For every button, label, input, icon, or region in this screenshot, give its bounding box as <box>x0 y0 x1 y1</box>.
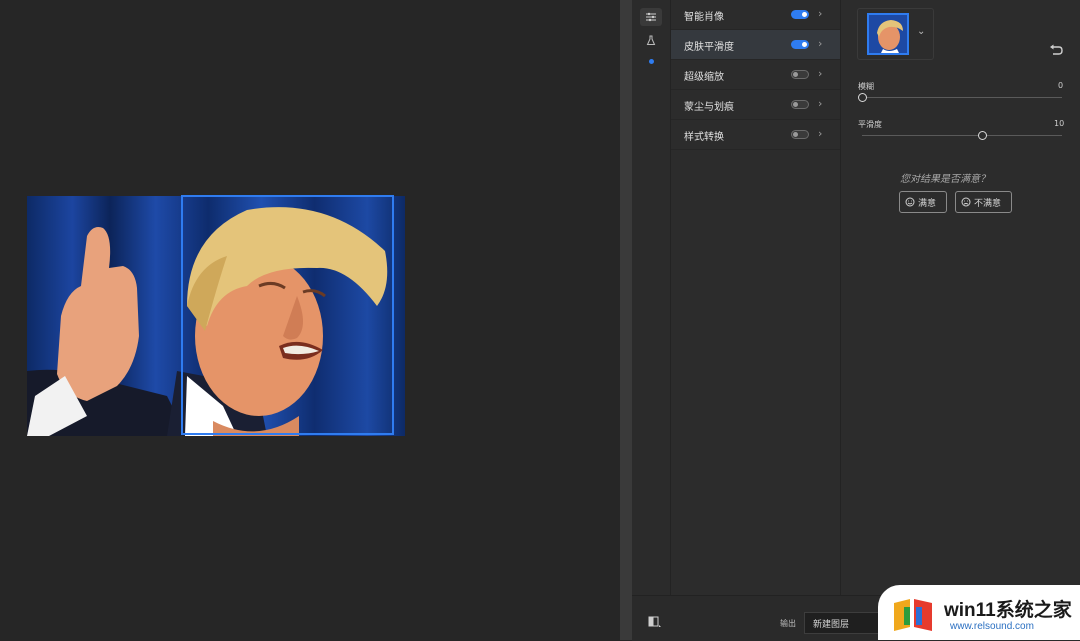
face-detection-box[interactable] <box>181 195 394 435</box>
watermark-url: www.relsound.com <box>950 621 1034 632</box>
slider-label-smoothness: 平滑度 <box>858 120 882 129</box>
blur-slider-handle[interactable] <box>857 93 867 102</box>
chevron-right-icon[interactable]: › <box>818 97 822 110</box>
sliders-icon[interactable] <box>640 8 662 26</box>
chevron-right-icon[interactable]: › <box>818 37 822 50</box>
panel-divider[interactable] <box>620 0 632 640</box>
filter-label: 智能肖像 <box>684 12 724 23</box>
watermark: win11系统之家 www.relsound.com <box>878 585 1080 640</box>
filter-item-super-zoom[interactable]: 超级缩放 › <box>671 60 840 90</box>
chevron-right-icon[interactable]: › <box>818 67 822 80</box>
smoothness-slider-track[interactable] <box>862 135 1062 136</box>
filter-item-skin-smoothing[interactable]: 皮肤平滑度 › <box>671 30 840 60</box>
output-label: 输出 <box>780 619 796 628</box>
watermark-title: win11系统之家 <box>944 600 1072 621</box>
chevron-right-icon[interactable]: › <box>818 127 822 140</box>
chevron-down-icon[interactable]: ⌄ <box>917 26 925 37</box>
before-after-icon[interactable] <box>648 616 662 628</box>
filter-label: 蒙尘与划痕 <box>684 102 734 113</box>
unsatisfied-label: 不满意 <box>974 198 1002 209</box>
slider-label-blur: 模糊 <box>858 82 874 91</box>
smoothness-slider-handle[interactable] <box>977 131 987 140</box>
filter-item-style-transfer[interactable]: 样式转换 › <box>671 120 840 150</box>
satisfied-button[interactable]: 满意 <box>899 191 947 213</box>
filter-label: 样式转换 <box>684 132 724 143</box>
filter-toggle[interactable] <box>791 100 809 109</box>
filter-properties <box>841 0 1080 595</box>
filter-list: 智能肖像 › 皮肤平滑度 › 超级缩放 › 蒙尘与划痕 › 样式转换 › <box>671 0 841 595</box>
filter-item-dust-scratches[interactable]: 蒙尘与划痕 › <box>671 90 840 120</box>
filter-toggle[interactable] <box>791 130 809 139</box>
frown-icon <box>961 197 971 207</box>
chevron-right-icon[interactable]: › <box>818 7 822 20</box>
active-dot-icon <box>640 52 662 70</box>
unsatisfied-button[interactable]: 不满意 <box>955 191 1012 213</box>
face-thumbnail[interactable] <box>867 13 909 55</box>
filter-label: 皮肤平滑度 <box>684 42 734 53</box>
slider-value-smoothness: 10 <box>1054 119 1065 128</box>
filter-toggle[interactable] <box>791 10 809 19</box>
category-icon-bar <box>632 0 671 595</box>
filter-toggle[interactable] <box>791 70 809 79</box>
filter-toggle[interactable] <box>791 40 809 49</box>
site-logo-icon <box>894 599 932 631</box>
feedback-question: 您对结果是否满意？ <box>900 174 990 185</box>
satisfied-label: 满意 <box>918 198 937 209</box>
blur-slider-track[interactable] <box>862 97 1062 98</box>
filter-label: 超级缩放 <box>684 72 724 83</box>
flask-icon[interactable] <box>640 31 662 49</box>
reset-icon[interactable] <box>1048 43 1064 57</box>
filter-item-smart-portrait[interactable]: 智能肖像 › <box>671 0 840 30</box>
slider-value-blur: 0 <box>1058 81 1064 90</box>
smile-icon <box>905 197 915 207</box>
